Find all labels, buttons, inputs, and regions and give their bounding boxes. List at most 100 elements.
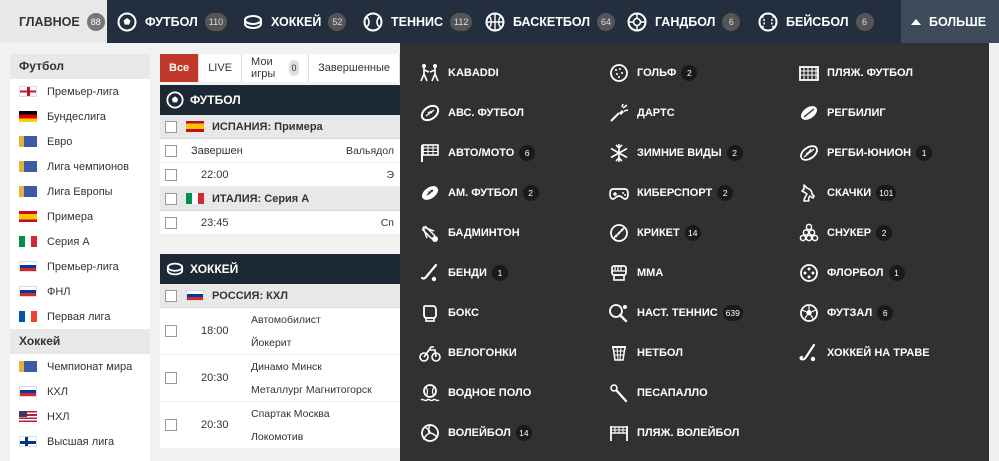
- sport-futsal[interactable]: ФУТЗАЛ 6: [797, 302, 894, 324]
- sidebar-item-primera[interactable]: Примера: [10, 204, 150, 229]
- nav-football[interactable]: ФУТБОЛ 110: [117, 0, 228, 43]
- sport-count: 1: [491, 265, 508, 281]
- match-row[interactable]: 23:45 Сп: [160, 211, 400, 235]
- sport-label: ВЕЛОГОНКИ: [448, 347, 517, 359]
- match-row[interactable]: 22:00 Э: [160, 163, 400, 187]
- sport-horse-racing[interactable]: СКАЧКИ 101: [797, 182, 897, 204]
- sport-count: 1: [916, 145, 933, 161]
- sport-field-hockey[interactable]: ХОККЕЙ НА ТРАВЕ: [797, 342, 930, 364]
- match-row[interactable]: 20:30 Спартак Москва Локомотив: [160, 402, 400, 449]
- tab-my-games[interactable]: Мои игры 0: [242, 54, 310, 82]
- sport-aussie-football[interactable]: АВС. ФУТБОЛ: [418, 102, 524, 124]
- more-button[interactable]: БОЛЬШЕ: [901, 0, 999, 43]
- sport-beach-volleyball[interactable]: ПЛЯЖ. ВОЛЕЙБОЛ: [607, 422, 739, 444]
- nav-home-label: ГЛАВНОЕ: [19, 14, 80, 29]
- sport-golf[interactable]: ГОЛЬФ 2: [607, 62, 698, 84]
- rugby-union-ball-icon: [797, 142, 821, 164]
- sport-label: СНУКЕР: [827, 227, 872, 239]
- shuttlecock-icon: [418, 222, 442, 244]
- match-row[interactable]: 18:00 Автомобилист Йокерит: [160, 308, 400, 355]
- sidebar-item-ligue2[interactable]: Первая лига: [10, 304, 150, 329]
- league-header-spain[interactable]: ИСПАНИЯ: Примера: [160, 115, 400, 139]
- sport-floorball[interactable]: ФЛОРБОЛ 1: [797, 262, 905, 284]
- sport-mma[interactable]: MMA: [607, 262, 663, 284]
- sport-badminton[interactable]: БАДМИНТОН: [418, 222, 520, 244]
- sport-snooker[interactable]: СНУКЕР 2: [797, 222, 893, 244]
- league-header-russia[interactable]: РОССИЯ: КХЛ: [160, 284, 400, 308]
- sidebar-item-bundesliga[interactable]: Бундеслига: [10, 104, 150, 129]
- sidebar-item-world-championship[interactable]: Чемпионат мира: [10, 354, 150, 379]
- sport-count: 2: [522, 185, 539, 201]
- nav-handball[interactable]: ГАНДБОЛ 6: [627, 0, 741, 43]
- more-sports-dropdown: KABADDI АВС. ФУТБОЛ АВТО/МОТО 6 АМ. ФУТБО…: [400, 43, 989, 461]
- sport-boxing[interactable]: БОКС: [418, 302, 479, 324]
- sport-rugby-league[interactable]: РЕГБИЛИГ: [797, 102, 886, 124]
- futsal-ball-icon: [797, 302, 821, 324]
- pesapallo-bat-icon: [607, 382, 631, 404]
- match-checkbox[interactable]: [165, 372, 177, 384]
- sport-cycling[interactable]: ВЕЛОГОНКИ: [418, 342, 517, 364]
- sport-winter-sports[interactable]: ЗИМНИЕ ВИДЫ 2: [607, 142, 743, 164]
- nav-tennis[interactable]: ТЕННИС 112: [363, 0, 473, 43]
- sport-auto-moto[interactable]: АВТО/МОТО 6: [418, 142, 536, 164]
- russia-flag-icon: [186, 290, 204, 301]
- sport-netball[interactable]: НЕТБОЛ: [607, 342, 683, 364]
- tab-all[interactable]: Все: [160, 54, 200, 82]
- league-checkbox[interactable]: [165, 289, 177, 302]
- sport-esports[interactable]: КИБЕРСПОРТ 2: [607, 182, 734, 204]
- sidebar-item-fnl[interactable]: ФНЛ: [10, 279, 150, 304]
- match-checkbox[interactable]: [165, 168, 177, 181]
- tab-my-games-label: Мои игры: [251, 56, 276, 80]
- match-team: Э: [386, 168, 394, 181]
- sidebar-item-rpl[interactable]: Премьер-лига: [10, 254, 150, 279]
- league-checkbox[interactable]: [165, 192, 177, 205]
- sport-cricket[interactable]: КРИКЕТ 14: [607, 222, 701, 244]
- sidebar-item-mestis[interactable]: Высшая лига: [10, 429, 150, 454]
- tab-finished[interactable]: Завершенные: [309, 54, 400, 82]
- sport-bandy[interactable]: БЕНДИ 1: [418, 262, 508, 284]
- nav-home[interactable]: ГЛАВНОЕ 88: [0, 0, 107, 43]
- sport-label: ПЕСАПАЛЛО: [637, 387, 708, 399]
- league-header-italy[interactable]: ИТАЛИЯ: Серия А: [160, 187, 400, 211]
- sidebar-item-europa-league[interactable]: Лига Европы: [10, 179, 150, 204]
- sport-count: 2: [681, 65, 698, 81]
- nav-basketball[interactable]: БАСКЕТБОЛ 64: [485, 0, 616, 43]
- home-team: Динамо Минск: [251, 360, 322, 373]
- match-row[interactable]: 20:30 Динамо Минск Металлург Магнитогорск: [160, 355, 400, 402]
- sidebar-item-euro[interactable]: Евро: [10, 129, 150, 154]
- sport-pesapallo[interactable]: ПЕСАПАЛЛО: [607, 382, 708, 404]
- sport-kabaddi[interactable]: KABADDI: [418, 62, 499, 84]
- sport-darts[interactable]: ДАРТС: [607, 102, 675, 124]
- match-checkbox[interactable]: [165, 216, 177, 229]
- sport-beach-soccer[interactable]: ПЛЯЖ. ФУТБОЛ: [797, 62, 913, 84]
- sidebar-item-khl[interactable]: КХЛ: [10, 379, 150, 404]
- world-flag-icon: [19, 361, 37, 372]
- league-checkbox[interactable]: [165, 120, 177, 133]
- tab-live[interactable]: LIVE: [199, 54, 243, 82]
- sidebar-item-serie-a[interactable]: Серия А: [10, 229, 150, 254]
- nav-hockey[interactable]: ХОККЕЙ 52: [243, 0, 347, 43]
- sport-table-tennis[interactable]: НАСТ. ТЕННИС 639: [607, 302, 743, 324]
- match-checkbox[interactable]: [165, 419, 177, 431]
- football-section-header: ФУТБОЛ: [160, 85, 400, 115]
- sport-water-polo[interactable]: ВОДНОЕ ПОЛО: [418, 382, 531, 404]
- sidebar-item-champions-league[interactable]: Лига чемпионов: [10, 154, 150, 179]
- match-checkbox[interactable]: [165, 144, 177, 157]
- match-time: 22:00: [201, 168, 229, 181]
- sport-rugby-union[interactable]: РЕГБИ-ЮНИОН 1: [797, 142, 933, 164]
- sidebar-item-label: ФНЛ: [47, 285, 71, 298]
- sport-label: АВТО/МОТО: [448, 147, 515, 159]
- sidebar-item-premier-league[interactable]: Премьер-лига: [10, 79, 150, 104]
- sidebar-item-label: Бундеслига: [47, 110, 107, 123]
- sport-count: 6: [519, 145, 536, 161]
- match-checkbox[interactable]: [165, 325, 177, 337]
- page-scrollbar[interactable]: [989, 43, 999, 461]
- sport-label: ЗИМНИЕ ВИДЫ: [637, 147, 722, 159]
- sidebar-item-nhl[interactable]: НХЛ: [10, 404, 150, 429]
- nav-baseball[interactable]: БЕЙСБОЛ 6: [758, 0, 874, 43]
- sport-american-football[interactable]: АМ. ФУТБОЛ 2: [418, 182, 539, 204]
- match-row[interactable]: Завершен Вальядол: [160, 139, 400, 163]
- sport-label: БОКС: [448, 307, 479, 319]
- sport-volleyball[interactable]: ВОЛЕЙБОЛ 14: [418, 422, 532, 444]
- home-team: Спартак Москва: [251, 407, 330, 420]
